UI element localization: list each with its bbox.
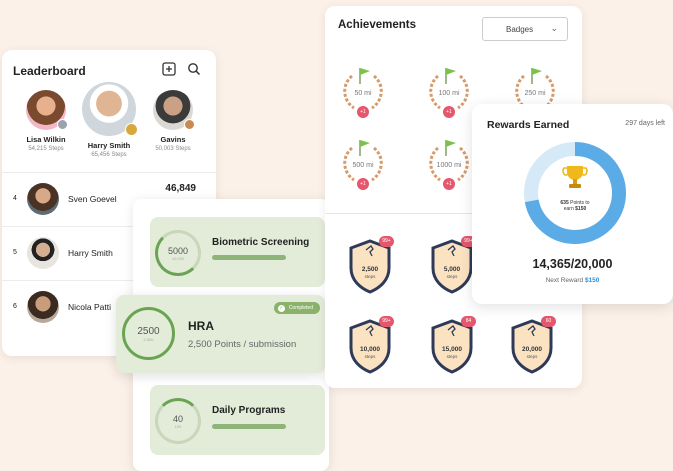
step-badge-unit: steps — [446, 274, 458, 279]
achievements-title: Achievements — [338, 19, 416, 31]
program-bar — [212, 255, 286, 260]
podium-second[interactable]: Lisa Wilkin 54,215 Steps — [16, 90, 76, 152]
podium-first[interactable]: Harry Smith 65,456 Steps — [78, 82, 140, 158]
step-badge-count: 84 — [461, 316, 476, 327]
earn-amount: $150 — [575, 206, 587, 212]
podium-name: Harry Smith — [87, 141, 131, 150]
badges-dropdown[interactable]: Badges ⌄ — [482, 17, 568, 41]
step-badge-unit: steps — [364, 354, 376, 359]
ring-sub: 100 — [174, 424, 182, 429]
milestone-badge[interactable]: 50 mi +1 — [338, 62, 388, 120]
step-badge-value: 15,000 — [442, 346, 462, 353]
next-reward-label: Next Reward — [545, 277, 584, 284]
program-title: Daily Programs — [212, 405, 286, 416]
step-badge-unit: steps — [526, 354, 538, 359]
program-biometric[interactable]: 5000 10,000 Biometric Screening — [150, 217, 325, 287]
step-badge-unit: steps — [364, 274, 376, 279]
avatar — [26, 90, 68, 130]
podium-steps: 65,456 Steps — [91, 152, 127, 158]
milestone-label: 1000 mi — [436, 162, 462, 169]
silver-medal-icon — [57, 119, 68, 130]
milestone-count: +1 — [357, 106, 369, 118]
podium-third[interactable]: Gavins 50,003 Steps — [143, 90, 203, 152]
podium-name: Lisa Wilkin — [26, 135, 66, 144]
milestone-label: 50 mi — [354, 90, 372, 97]
trophy-icon — [562, 166, 588, 188]
ring-value: 2500 — [137, 326, 160, 337]
earn-label: earn — [563, 206, 574, 212]
program-daily[interactable]: 40 100 Daily Programs — [150, 385, 325, 455]
next-reward-amount: $150 — [584, 277, 600, 284]
milestone-count: +1 — [443, 178, 455, 190]
search-icon[interactable] — [187, 62, 201, 76]
ring-sub: 10,000 — [171, 256, 185, 261]
avatar — [27, 183, 59, 215]
program-title: Biometric Screening — [212, 237, 310, 248]
avatar — [153, 90, 195, 130]
step-badge[interactable]: 10,000 steps 99+ — [347, 316, 394, 374]
milestone-label: 250 mi — [524, 90, 546, 97]
progress-ring: 5000 10,000 — [155, 230, 201, 276]
progress-ring: 40 100 — [155, 398, 201, 444]
milestone-badge[interactable]: 100 mi +1 — [424, 62, 474, 120]
podium-steps: 54,215 Steps — [28, 146, 64, 152]
row-name: Sven Goevel — [68, 194, 117, 204]
ring-value: 5000 — [167, 246, 189, 256]
completed-label: Completed — [288, 305, 313, 311]
row-rank: 4 — [13, 195, 17, 202]
row-rank: 6 — [13, 303, 17, 310]
days-left: 297 days left — [625, 120, 665, 127]
row-name: Harry Smith — [68, 248, 113, 258]
step-badge-value: 5,000 — [443, 266, 461, 273]
podium-name: Gavins — [160, 135, 186, 144]
row-rank: 5 — [13, 249, 17, 256]
step-badge[interactable]: 20,000 steps 60 — [509, 316, 556, 374]
step-badge-value: 20,000 — [522, 346, 542, 353]
avatar — [82, 82, 138, 136]
rewards-title: Rewards Earned — [487, 119, 570, 131]
step-badge[interactable]: 5,000 steps 99+ — [429, 236, 476, 294]
podium-steps: 50,003 Steps — [155, 146, 191, 152]
check-icon: ✓ — [277, 304, 285, 312]
program-bar — [212, 424, 286, 429]
milestone-badge[interactable]: 500 mi +1 — [338, 134, 388, 192]
row-name: Nicola Patti — [68, 302, 111, 312]
step-badge-count: 60 — [541, 316, 556, 327]
gold-medal-icon — [125, 123, 138, 136]
program-subtitle: 2,500 Points / submission — [188, 339, 297, 350]
leaderboard-title: Leaderboard — [13, 64, 86, 78]
milestone-label: 500 mi — [352, 162, 374, 169]
step-badge-value: 2,500 — [361, 266, 379, 273]
progress-ring: 2500 2,500 — [122, 307, 175, 360]
avatar — [27, 237, 59, 269]
chevron-down-icon: ⌄ — [550, 23, 558, 33]
rewards-progress-ring — [524, 142, 626, 244]
step-badge[interactable]: 2,500 steps 99+ — [347, 236, 394, 294]
step-badge-unit: steps — [446, 354, 458, 359]
step-badge-value: 10,000 — [360, 346, 380, 353]
milestone-count: +1 — [357, 178, 369, 190]
dropdown-value: Badges — [506, 25, 534, 34]
ring-value: 40 — [172, 414, 183, 424]
rewards-card: Rewards Earned 297 days left 635 Points … — [472, 104, 673, 304]
add-icon[interactable] — [162, 62, 176, 76]
next-reward: Next Reward $150 — [472, 277, 673, 284]
avatar — [27, 291, 59, 323]
step-badge-count: 99+ — [379, 236, 394, 247]
completed-badge: ✓ Completed — [273, 302, 320, 314]
row-value: 46,849 — [165, 183, 196, 194]
step-badge-count: 99+ — [379, 316, 394, 327]
program-title: HRA — [188, 319, 214, 333]
milestone-label: 100 mi — [438, 90, 460, 97]
program-hra[interactable]: 2500 2,500 HRA 2,500 Points / submission… — [116, 295, 325, 373]
milestone-badge[interactable]: 1000 mi +1 — [424, 134, 474, 192]
milestone-count: +1 — [443, 106, 455, 118]
step-badge[interactable]: 15,000 steps 84 — [429, 316, 476, 374]
bronze-medal-icon — [184, 119, 195, 130]
points-to-earn: 635 Points to earn $150 — [532, 200, 618, 212]
ring-sub: 2,500 — [143, 337, 154, 342]
points-total: 14,365/20,000 — [532, 257, 613, 271]
